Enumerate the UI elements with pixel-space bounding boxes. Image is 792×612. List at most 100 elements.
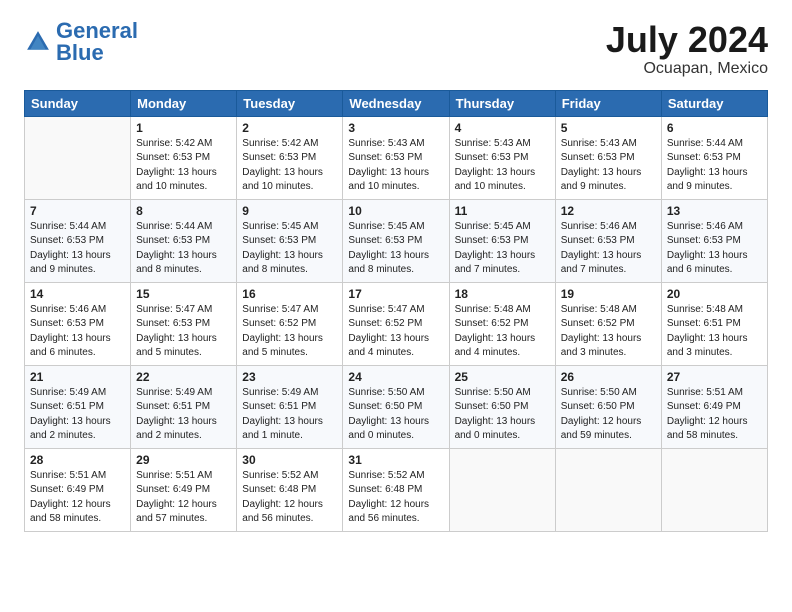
day-info: Sunrise: 5:52 AMSunset: 6:48 PMDaylight:…	[242, 469, 337, 527]
calendar-cell: 31 Sunrise: 5:52 AMSunset: 6:48 PMDayligh…	[343, 448, 449, 531]
day-number: 7	[30, 204, 125, 218]
day-number: 28	[30, 453, 125, 467]
calendar-cell: 26Sunrise: 5:50 AMSunset: 6:50 PMDayligh…	[555, 365, 661, 448]
day-number: 18	[455, 287, 550, 301]
calendar-cell: 22 Sunrise: 5:49 AMSunset: 6:51 PMDayligh…	[131, 365, 237, 448]
weekday-header-monday: Monday	[131, 90, 237, 116]
calendar-cell: 15Sunrise: 5:47 AMSunset: 6:53 PMDayligh…	[131, 282, 237, 365]
day-info: Sunrise: 5:43 AMSunset: 6:53 PMDaylight:…	[455, 137, 550, 195]
day-info: Sunrise: 5:44 AMSunset: 6:53 PMDaylight:…	[667, 137, 762, 195]
day-number: 8	[136, 204, 231, 218]
calendar-cell: 30 Sunrise: 5:52 AMSunset: 6:48 PMDayligh…	[237, 448, 343, 531]
calendar-cell	[449, 448, 555, 531]
day-number: 16	[242, 287, 337, 301]
day-info: Sunrise: 5:50 AMSunset: 6:50 PMDaylight:…	[561, 386, 656, 444]
day-number: 21	[30, 370, 125, 384]
day-number: 3	[348, 121, 443, 135]
calendar-cell: 17Sunrise: 5:47 AMSunset: 6:52 PMDayligh…	[343, 282, 449, 365]
day-info: Sunrise: 5:46 AMSunset: 6:53 PMDaylight:…	[561, 220, 656, 278]
calendar-cell: 24Sunrise: 5:50 AMSunset: 6:50 PMDayligh…	[343, 365, 449, 448]
day-info: Sunrise: 5:44 AMSunset: 6:53 PMDaylight:…	[136, 220, 231, 278]
location-title: Ocuapan, Mexico	[606, 60, 768, 78]
page: General Blue July 2024 Ocuapan, Mexico S…	[0, 0, 792, 548]
calendar-cell: 28Sunrise: 5:51 AMSunset: 6:49 PMDayligh…	[25, 448, 131, 531]
day-info: Sunrise: 5:52 AMSunset: 6:48 PMDaylight:…	[348, 469, 443, 527]
day-number: 2	[242, 121, 337, 135]
calendar-cell	[555, 448, 661, 531]
calendar-cell: 4Sunrise: 5:43 AMSunset: 6:53 PMDaylight…	[449, 116, 555, 199]
day-number: 1	[136, 121, 231, 135]
header-row: General Blue July 2024 Ocuapan, Mexico	[24, 20, 768, 78]
calendar-week-row: 1 Sunrise: 5:42 AMSunset: 6:53 PMDaylight…	[25, 116, 768, 199]
day-info: Sunrise: 5:48 AMSunset: 6:52 PMDaylight:…	[561, 303, 656, 361]
weekday-header-thursday: Thursday	[449, 90, 555, 116]
calendar-cell: 11 Sunrise: 5:45 AMSunset: 6:53 PMDayligh…	[449, 199, 555, 282]
day-number: 13	[667, 204, 762, 218]
calendar-week-row: 21 Sunrise: 5:49 AMSunset: 6:51 PMDayligh…	[25, 365, 768, 448]
day-info: Sunrise: 5:46 AMSunset: 6:53 PMDaylight:…	[667, 220, 762, 278]
day-info: Sunrise: 5:51 AMSunset: 6:49 PMDaylight:…	[136, 469, 231, 527]
calendar-table: SundayMondayTuesdayWednesdayThursdayFrid…	[24, 90, 768, 532]
day-info: Sunrise: 5:44 AMSunset: 6:53 PMDaylight:…	[30, 220, 125, 278]
weekday-header-tuesday: Tuesday	[237, 90, 343, 116]
day-info: Sunrise: 5:48 AMSunset: 6:52 PMDaylight:…	[455, 303, 550, 361]
day-number: 23	[242, 370, 337, 384]
calendar-cell: 27Sunrise: 5:51 AMSunset: 6:49 PMDayligh…	[661, 365, 767, 448]
day-info: Sunrise: 5:42 AMSunset: 6:53 PMDaylight:…	[136, 137, 231, 195]
day-number: 24	[348, 370, 443, 384]
title-block: July 2024 Ocuapan, Mexico	[606, 20, 768, 78]
calendar-cell: 29 Sunrise: 5:51 AMSunset: 6:49 PMDayligh…	[131, 448, 237, 531]
day-info: Sunrise: 5:47 AMSunset: 6:52 PMDaylight:…	[242, 303, 337, 361]
day-number: 17	[348, 287, 443, 301]
day-info: Sunrise: 5:45 AMSunset: 6:53 PMDaylight:…	[455, 220, 550, 278]
calendar-cell: 9Sunrise: 5:45 AMSunset: 6:53 PMDaylight…	[237, 199, 343, 282]
day-number: 14	[30, 287, 125, 301]
day-number: 19	[561, 287, 656, 301]
day-info: Sunrise: 5:49 AMSunset: 6:51 PMDaylight:…	[136, 386, 231, 444]
day-number: 22	[136, 370, 231, 384]
day-number: 12	[561, 204, 656, 218]
calendar-cell: 12 Sunrise: 5:46 AMSunset: 6:53 PMDayligh…	[555, 199, 661, 282]
day-number: 9	[242, 204, 337, 218]
day-info: Sunrise: 5:46 AMSunset: 6:53 PMDaylight:…	[30, 303, 125, 361]
day-info: Sunrise: 5:43 AMSunset: 6:53 PMDaylight:…	[348, 137, 443, 195]
day-info: Sunrise: 5:45 AMSunset: 6:53 PMDaylight:…	[348, 220, 443, 278]
logo: General Blue	[24, 20, 138, 64]
calendar-cell: 19 Sunrise: 5:48 AMSunset: 6:52 PMDayligh…	[555, 282, 661, 365]
day-number: 11	[455, 204, 550, 218]
calendar-cell: 8 Sunrise: 5:44 AMSunset: 6:53 PMDaylight…	[131, 199, 237, 282]
day-info: Sunrise: 5:50 AMSunset: 6:50 PMDaylight:…	[455, 386, 550, 444]
calendar-cell: 3 Sunrise: 5:43 AMSunset: 6:53 PMDaylight…	[343, 116, 449, 199]
calendar-cell: 14 Sunrise: 5:46 AMSunset: 6:53 PMDayligh…	[25, 282, 131, 365]
calendar-week-row: 7 Sunrise: 5:44 AMSunset: 6:53 PMDaylight…	[25, 199, 768, 282]
logo-icon	[24, 28, 52, 56]
month-title: July 2024	[606, 20, 768, 60]
calendar-cell: 1 Sunrise: 5:42 AMSunset: 6:53 PMDaylight…	[131, 116, 237, 199]
logo-text: General Blue	[56, 20, 138, 64]
weekday-header-row: SundayMondayTuesdayWednesdayThursdayFrid…	[25, 90, 768, 116]
day-number: 25	[455, 370, 550, 384]
day-number: 30	[242, 453, 337, 467]
day-number: 31	[348, 453, 443, 467]
calendar-cell: 20 Sunrise: 5:48 AMSunset: 6:51 PMDayligh…	[661, 282, 767, 365]
weekday-header-wednesday: Wednesday	[343, 90, 449, 116]
day-info: Sunrise: 5:47 AMSunset: 6:53 PMDaylight:…	[136, 303, 231, 361]
calendar-cell: 7 Sunrise: 5:44 AMSunset: 6:53 PMDaylight…	[25, 199, 131, 282]
weekday-header-saturday: Saturday	[661, 90, 767, 116]
logo-blue: Blue	[56, 40, 104, 65]
day-info: Sunrise: 5:48 AMSunset: 6:51 PMDaylight:…	[667, 303, 762, 361]
day-info: Sunrise: 5:43 AMSunset: 6:53 PMDaylight:…	[561, 137, 656, 195]
day-number: 20	[667, 287, 762, 301]
calendar-cell: 6 Sunrise: 5:44 AMSunset: 6:53 PMDaylight…	[661, 116, 767, 199]
day-number: 5	[561, 121, 656, 135]
calendar-cell: 21Sunrise: 5:49 AMSunset: 6:51 PMDayligh…	[25, 365, 131, 448]
calendar-cell: 23Sunrise: 5:49 AMSunset: 6:51 PMDayligh…	[237, 365, 343, 448]
weekday-header-sunday: Sunday	[25, 90, 131, 116]
day-number: 10	[348, 204, 443, 218]
day-number: 6	[667, 121, 762, 135]
day-info: Sunrise: 5:51 AMSunset: 6:49 PMDaylight:…	[667, 386, 762, 444]
calendar-cell	[25, 116, 131, 199]
day-number: 29	[136, 453, 231, 467]
weekday-header-friday: Friday	[555, 90, 661, 116]
calendar-cell: 2Sunrise: 5:42 AMSunset: 6:53 PMDaylight…	[237, 116, 343, 199]
